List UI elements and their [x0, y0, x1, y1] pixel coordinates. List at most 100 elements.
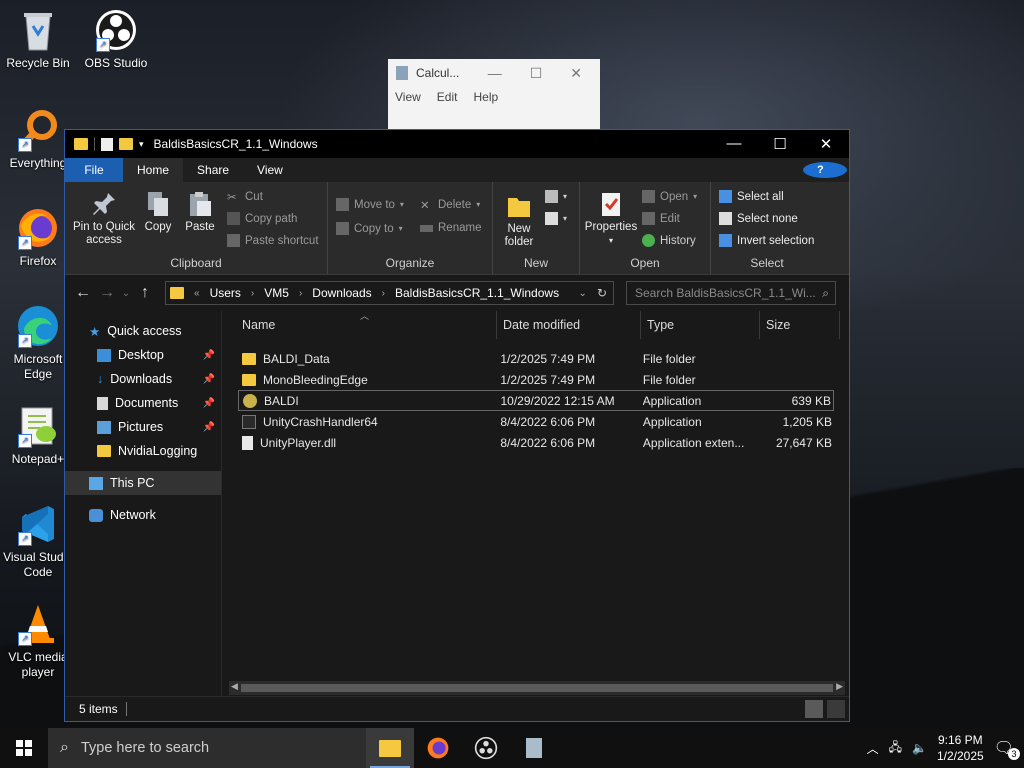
large-icons-view-icon[interactable]	[827, 700, 845, 718]
calculator-minimize-button[interactable]: —	[488, 65, 502, 82]
column-header-type[interactable]: Type	[641, 311, 760, 339]
explorer-titlebar[interactable]: ▾ BaldisBasicsCR_1.1_Windows — ☐ ✕	[65, 130, 849, 158]
scroll-left-icon[interactable]: ◀	[231, 681, 238, 692]
start-button[interactable]	[0, 728, 48, 768]
select-all-button[interactable]: Select all	[719, 190, 784, 203]
nav-network[interactable]: Network	[65, 503, 221, 527]
nav-item-nvidialogging[interactable]: NvidiaLogging	[65, 439, 221, 463]
delete-x-icon: ✕	[420, 200, 430, 212]
close-button[interactable]: ✕	[803, 135, 849, 153]
breadcrumb-chevron-icon[interactable]: ›	[382, 288, 385, 299]
show-hidden-icons-chevron-icon[interactable]: ︿	[867, 740, 879, 757]
breadcrumb-vm5[interactable]: VM5	[264, 286, 289, 300]
breadcrumb-chevron-icon[interactable]: ›	[299, 288, 302, 299]
calculator-menu-view[interactable]: View	[395, 90, 421, 104]
forward-arrow-icon[interactable]: →	[95, 284, 119, 302]
file-row-baldi-data[interactable]: BALDI_Data 1/2/2025 7:49 PM File folder	[238, 348, 834, 369]
history-button[interactable]: History	[642, 234, 696, 247]
up-arrow-icon[interactable]: ↑	[133, 284, 157, 302]
refresh-icon[interactable]: ↻	[597, 286, 613, 300]
notifications-icon[interactable]: 🗨 3	[994, 738, 1020, 760]
back-arrow-icon[interactable]: ←	[71, 284, 95, 302]
move-to-button[interactable]: Move to ▾	[336, 198, 404, 211]
tab-file[interactable]: File	[65, 158, 123, 182]
maximize-button[interactable]: ☐	[757, 135, 803, 153]
calculator-close-button[interactable]: ✕	[570, 65, 582, 82]
file-list[interactable]: ︿ Name Date modified Type Size BALDI_Dat…	[222, 311, 849, 704]
easy-access-button[interactable]: ▾	[545, 212, 567, 225]
recent-locations-chevron-icon[interactable]: ⌄	[119, 288, 133, 299]
copy-to-button[interactable]: Copy to ▾	[336, 222, 403, 235]
nav-quick-access[interactable]: ★ Quick access	[65, 319, 221, 343]
column-header-size[interactable]: Size	[760, 311, 840, 339]
taskbar-firefox[interactable]	[414, 728, 462, 768]
calculator-icon	[396, 66, 408, 80]
navigation-pane[interactable]: ★ Quick access Desktop 📌 ↓ Downloads 📌 Docum…	[65, 311, 222, 704]
vlc-cone-icon: ↗	[16, 602, 60, 646]
minimize-button[interactable]: —	[711, 135, 757, 153]
ribbon-group-organize: Move to ▾ Copy to ▾ ✕ Delete ▾ Rename Organi…	[328, 182, 493, 274]
nav-this-pc[interactable]: This PC	[65, 471, 221, 495]
file-row-unitycrashhandler64[interactable]: UnityCrashHandler64 8/4/2022 6:06 PM App…	[238, 411, 834, 432]
select-none-button[interactable]: Select none	[719, 212, 798, 225]
horizontal-scrollbar[interactable]: ◀ ▶	[229, 681, 845, 695]
tab-share[interactable]: Share	[183, 158, 243, 182]
calculator-maximize-button[interactable]: ☐	[530, 65, 543, 82]
volume-icon[interactable]: 🔈	[912, 741, 927, 755]
rename-button[interactable]: Rename	[420, 222, 481, 234]
properties-button[interactable]: Properties ▾	[584, 190, 638, 247]
ribbon-home: Pin to Quick access Copy Paste ✂ Cut Copy…	[65, 182, 849, 275]
path-overflow[interactable]: «	[194, 288, 200, 299]
calculator-menu-edit[interactable]: Edit	[437, 90, 458, 104]
new-folder-button[interactable]: New folder	[499, 192, 539, 249]
shortcut-arrow-icon: ↗	[18, 138, 32, 152]
file-row-baldi[interactable]: BALDI 10/29/2022 12:15 AM Application 63…	[238, 390, 834, 411]
scroll-right-icon[interactable]: ▶	[836, 681, 843, 692]
tab-view[interactable]: View	[243, 158, 297, 182]
open-button[interactable]: Open ▾	[642, 190, 697, 203]
desktop-icon-obs-studio[interactable]: ↗ OBS Studio	[78, 8, 154, 71]
tab-home[interactable]: Home	[123, 158, 184, 182]
customize-toolbar-chevron-icon[interactable]: ▾	[139, 139, 144, 150]
properties-quick-icon[interactable]	[101, 137, 113, 151]
breadcrumb-current-folder[interactable]: BaldisBasicsCR_1.1_Windows	[395, 286, 559, 300]
taskbar-calculator[interactable]	[510, 728, 558, 768]
delete-button[interactable]: ✕ Delete ▾	[420, 198, 480, 213]
new-item-button[interactable]: ▾	[545, 190, 567, 203]
breadcrumb-users[interactable]: Users	[210, 286, 241, 300]
breadcrumb-downloads[interactable]: Downloads	[312, 286, 371, 300]
help-icon[interactable]: ?	[803, 162, 847, 178]
taskbar-file-explorer[interactable]	[366, 728, 414, 768]
pin-to-quick-access-button[interactable]: Pin to Quick access	[71, 190, 137, 247]
taskbar-obs-studio[interactable]	[462, 728, 510, 768]
calculator-window[interactable]: Calcul... — ☐ ✕ View Edit Help	[388, 59, 600, 139]
calculator-titlebar[interactable]: Calcul... — ☐ ✕	[388, 59, 600, 87]
details-view-icon[interactable]	[805, 700, 823, 718]
address-dropdown-chevron-icon[interactable]: ⌄	[579, 288, 587, 299]
file-explorer-window[interactable]: ▾ BaldisBasicsCR_1.1_Windows — ☐ ✕ File …	[64, 129, 850, 722]
network-icon[interactable]: 🖧	[889, 738, 902, 759]
edit-button[interactable]: Edit	[642, 212, 680, 225]
taskbar-search-box[interactable]: ⌕ Type here to search	[48, 728, 366, 768]
column-header-date[interactable]: Date modified	[497, 311, 641, 339]
address-bar[interactable]: « Users › VM5 › Downloads › BaldisBasics…	[165, 281, 614, 305]
nav-item-desktop[interactable]: Desktop 📌	[65, 343, 221, 367]
new-folder-quick-icon[interactable]	[119, 138, 133, 150]
cut-button[interactable]: ✂ Cut	[227, 190, 263, 205]
file-row-monobleedingedge[interactable]: MonoBleedingEdge 1/2/2025 7:49 PM File f…	[238, 369, 834, 390]
nav-item-downloads[interactable]: ↓ Downloads 📌	[65, 367, 221, 391]
calculator-menu-help[interactable]: Help	[473, 90, 498, 104]
copy-path-button[interactable]: Copy path	[227, 212, 297, 225]
search-input[interactable]: Search BaldisBasicsCR_1.1_Wi... ⌕	[626, 281, 836, 305]
scrollbar-thumb[interactable]	[241, 684, 833, 692]
desktop-icon-recycle-bin[interactable]: Recycle Bin	[0, 8, 76, 71]
invert-selection-button[interactable]: Invert selection	[719, 234, 814, 247]
paste-button[interactable]: Paste	[183, 190, 217, 234]
nav-item-documents[interactable]: Documents 📌	[65, 391, 221, 415]
paste-shortcut-button[interactable]: Paste shortcut	[227, 234, 319, 247]
breadcrumb-chevron-icon[interactable]: ›	[251, 288, 254, 299]
copy-button[interactable]: Copy	[143, 190, 173, 234]
nav-item-pictures[interactable]: Pictures 📌	[65, 415, 221, 439]
clock[interactable]: 9:16 PM 1/2/2025	[937, 732, 984, 764]
file-row-unityplayer-dll[interactable]: UnityPlayer.dll 8/4/2022 6:06 PM Applica…	[238, 432, 834, 453]
